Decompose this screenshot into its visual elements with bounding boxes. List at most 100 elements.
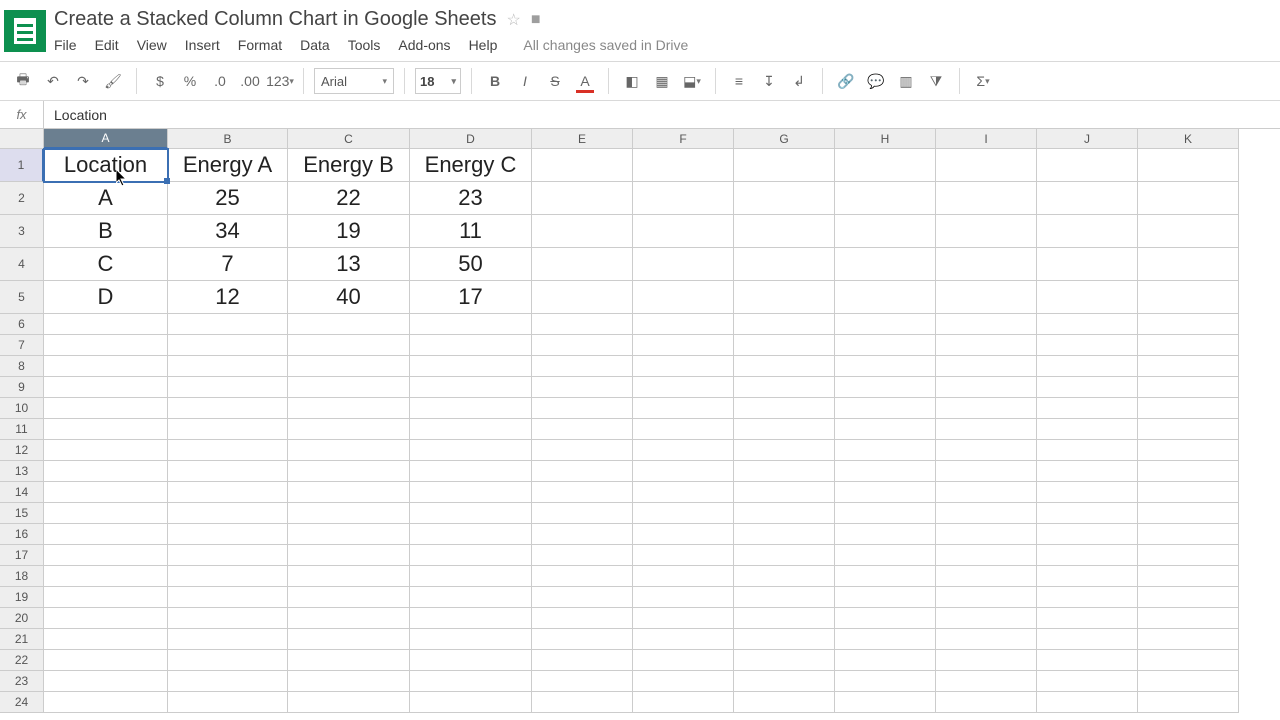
cell-K7[interactable]	[1138, 335, 1239, 356]
percent-icon[interactable]: %	[177, 66, 203, 96]
redo-icon[interactable]: ↷	[70, 66, 96, 96]
cell-H24[interactable]	[835, 692, 936, 713]
cell-K13[interactable]	[1138, 461, 1239, 482]
cell-H20[interactable]	[835, 608, 936, 629]
cell-B10[interactable]	[168, 398, 288, 419]
cell-I11[interactable]	[936, 419, 1037, 440]
cell-J17[interactable]	[1037, 545, 1138, 566]
cell-F23[interactable]	[633, 671, 734, 692]
cell-H16[interactable]	[835, 524, 936, 545]
cell-A19[interactable]	[44, 587, 168, 608]
cell-F6[interactable]	[633, 314, 734, 335]
cell-K6[interactable]	[1138, 314, 1239, 335]
row-header-17[interactable]: 17	[0, 545, 44, 566]
cell-I15[interactable]	[936, 503, 1037, 524]
cell-F7[interactable]	[633, 335, 734, 356]
cell-D24[interactable]	[410, 692, 532, 713]
cell-C4[interactable]: 13	[288, 248, 410, 281]
cell-A18[interactable]	[44, 566, 168, 587]
italic-button[interactable]: I	[512, 66, 538, 96]
cell-F22[interactable]	[633, 650, 734, 671]
cell-E12[interactable]	[532, 440, 633, 461]
cell-C22[interactable]	[288, 650, 410, 671]
cell-A7[interactable]	[44, 335, 168, 356]
row-header-24[interactable]: 24	[0, 692, 44, 713]
cell-A2[interactable]: A	[44, 182, 168, 215]
cell-J12[interactable]	[1037, 440, 1138, 461]
cell-G21[interactable]	[734, 629, 835, 650]
filter-icon[interactable]: ⧩	[923, 66, 949, 96]
cell-C12[interactable]	[288, 440, 410, 461]
cell-D18[interactable]	[410, 566, 532, 587]
cell-H8[interactable]	[835, 356, 936, 377]
row-header-7[interactable]: 7	[0, 335, 44, 356]
cell-I3[interactable]	[936, 215, 1037, 248]
cell-G15[interactable]	[734, 503, 835, 524]
col-header-I[interactable]: I	[936, 129, 1037, 149]
fill-color-icon[interactable]: ◧	[619, 66, 645, 96]
cell-G19[interactable]	[734, 587, 835, 608]
col-header-E[interactable]: E	[532, 129, 633, 149]
cell-H17[interactable]	[835, 545, 936, 566]
cell-H23[interactable]	[835, 671, 936, 692]
cell-F8[interactable]	[633, 356, 734, 377]
cell-K23[interactable]	[1138, 671, 1239, 692]
sheets-icon[interactable]	[4, 10, 46, 52]
cell-I6[interactable]	[936, 314, 1037, 335]
cell-D17[interactable]	[410, 545, 532, 566]
cell-G8[interactable]	[734, 356, 835, 377]
cell-C11[interactable]	[288, 419, 410, 440]
cell-B18[interactable]	[168, 566, 288, 587]
row-header-11[interactable]: 11	[0, 419, 44, 440]
cell-J14[interactable]	[1037, 482, 1138, 503]
cell-K14[interactable]	[1138, 482, 1239, 503]
cell-D3[interactable]: 11	[410, 215, 532, 248]
borders-icon[interactable]: ▦	[649, 66, 675, 96]
cell-A14[interactable]	[44, 482, 168, 503]
cell-F5[interactable]	[633, 281, 734, 314]
cell-D4[interactable]: 50	[410, 248, 532, 281]
row-header-21[interactable]: 21	[0, 629, 44, 650]
cell-I17[interactable]	[936, 545, 1037, 566]
row-header-19[interactable]: 19	[0, 587, 44, 608]
cell-E22[interactable]	[532, 650, 633, 671]
cell-G4[interactable]	[734, 248, 835, 281]
cell-F1[interactable]	[633, 149, 734, 182]
h-align-icon[interactable]: ≡	[726, 66, 752, 96]
row-header-12[interactable]: 12	[0, 440, 44, 461]
cell-E2[interactable]	[532, 182, 633, 215]
cell-I16[interactable]	[936, 524, 1037, 545]
cell-E21[interactable]	[532, 629, 633, 650]
cell-A22[interactable]	[44, 650, 168, 671]
bold-button[interactable]: B	[482, 66, 508, 96]
cell-H11[interactable]	[835, 419, 936, 440]
cell-I9[interactable]	[936, 377, 1037, 398]
cell-A10[interactable]	[44, 398, 168, 419]
cell-F14[interactable]	[633, 482, 734, 503]
cell-A8[interactable]	[44, 356, 168, 377]
cell-J23[interactable]	[1037, 671, 1138, 692]
cell-H21[interactable]	[835, 629, 936, 650]
cell-A1[interactable]: Location	[44, 149, 168, 182]
cell-B19[interactable]	[168, 587, 288, 608]
more-formats-button[interactable]: 123▾	[267, 66, 293, 96]
cell-J10[interactable]	[1037, 398, 1138, 419]
cell-G14[interactable]	[734, 482, 835, 503]
document-title[interactable]: Create a Stacked Column Chart in Google …	[54, 8, 496, 31]
cell-A11[interactable]	[44, 419, 168, 440]
col-header-C[interactable]: C	[288, 129, 410, 149]
col-header-F[interactable]: F	[633, 129, 734, 149]
cell-B9[interactable]	[168, 377, 288, 398]
cell-G7[interactable]	[734, 335, 835, 356]
cell-H7[interactable]	[835, 335, 936, 356]
cell-C24[interactable]	[288, 692, 410, 713]
cell-H4[interactable]	[835, 248, 936, 281]
cell-C7[interactable]	[288, 335, 410, 356]
cell-I13[interactable]	[936, 461, 1037, 482]
cell-J11[interactable]	[1037, 419, 1138, 440]
cell-J5[interactable]	[1037, 281, 1138, 314]
cell-I21[interactable]	[936, 629, 1037, 650]
cell-J1[interactable]	[1037, 149, 1138, 182]
cell-D20[interactable]	[410, 608, 532, 629]
cell-G13[interactable]	[734, 461, 835, 482]
